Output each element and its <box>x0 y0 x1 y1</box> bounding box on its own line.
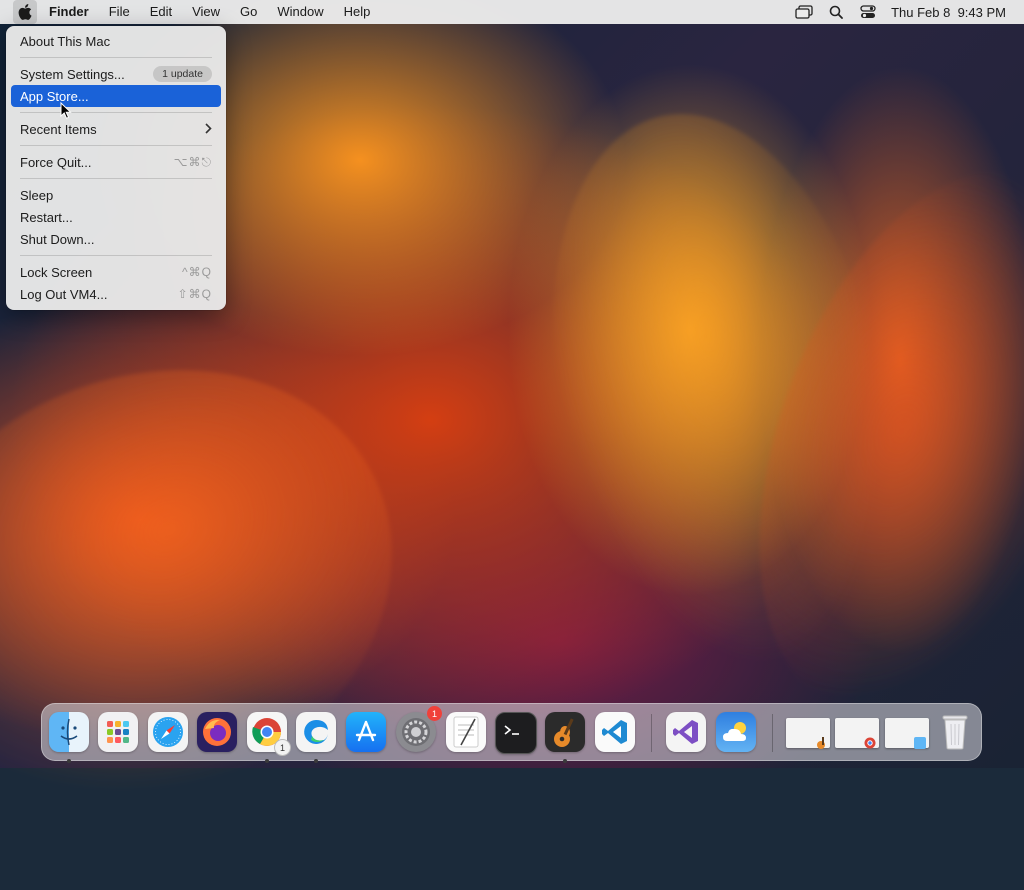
safari-app-icon[interactable] <box>148 712 188 752</box>
garageband-app-icon[interactable] <box>545 712 585 752</box>
dock: 1 1 <box>41 703 982 763</box>
edge-app-icon[interactable] <box>296 712 336 752</box>
recent-document-thumbnail[interactable] <box>835 718 879 749</box>
running-indicator <box>67 759 71 763</box>
menu-item-label: Log Out VM4... <box>20 286 108 302</box>
visual-studio-app-icon[interactable] <box>666 712 706 752</box>
menu-item-label: About This Mac <box>20 33 111 49</box>
menu-separator <box>20 112 212 113</box>
menu-edit[interactable]: Edit <box>140 0 182 24</box>
menu-file[interactable]: File <box>99 0 140 24</box>
menu-item-label: Sleep <box>20 187 54 203</box>
screen-mirroring-icon[interactable] <box>795 4 813 20</box>
menu-item-label: Shut Down... <box>20 231 95 247</box>
spotlight-search-icon[interactable] <box>827 4 845 20</box>
running-indicator <box>314 759 318 763</box>
textedit-app-icon[interactable] <box>446 712 486 752</box>
menu-view[interactable]: View <box>182 0 230 24</box>
weather-app-icon[interactable] <box>716 712 756 752</box>
dock-divider <box>651 714 652 752</box>
menu-item-app-store[interactable]: App Store... <box>11 85 221 107</box>
menu-item-label: Force Quit... <box>20 154 92 170</box>
update-badge: 1 update <box>153 66 212 82</box>
menu-item-recent-items[interactable]: Recent Items <box>11 118 221 140</box>
menu-item-label: Restart... <box>20 209 73 225</box>
chrome-badge: 1 <box>274 739 291 756</box>
terminal-app-icon[interactable] <box>495 712 537 754</box>
apple-menu-dropdown: About This Mac System Settings... 1 upda… <box>6 26 226 310</box>
menu-item-log-out[interactable]: Log Out VM4... ⇧⌘Q <box>11 283 221 305</box>
menu-bar-clock[interactable]: Thu Feb 8 9:43 PM <box>891 5 1006 20</box>
menu-item-about-this-mac[interactable]: About This Mac <box>11 30 221 52</box>
recent-document-thumbnail[interactable] <box>885 718 929 749</box>
menu-help[interactable]: Help <box>334 0 381 24</box>
finder-app-icon[interactable] <box>49 712 89 752</box>
menu-separator <box>20 178 212 179</box>
app-store-app-icon[interactable] <box>346 712 386 752</box>
menu-bar: Finder File Edit View Go Window Help Thu… <box>0 0 1024 24</box>
menu-separator <box>20 255 212 256</box>
menu-finder[interactable]: Finder <box>45 0 99 24</box>
menu-separator <box>20 57 212 58</box>
chevron-right-icon <box>205 122 212 137</box>
system-settings-app-icon[interactable]: 1 <box>396 706 442 752</box>
firefox-app-icon[interactable] <box>197 712 237 752</box>
control-center-icon[interactable] <box>859 4 877 20</box>
menu-item-label: System Settings... <box>20 66 125 82</box>
chrome-mini-icon <box>864 737 876 749</box>
launchpad-app-icon[interactable] <box>98 712 138 752</box>
system-settings-badge: 1 <box>427 706 442 721</box>
menu-window[interactable]: Window <box>267 0 333 24</box>
menu-item-system-settings[interactable]: System Settings... 1 update <box>11 63 221 85</box>
menu-separator <box>20 145 212 146</box>
menu-item-restart[interactable]: Restart... <box>11 206 221 228</box>
trash-icon[interactable] <box>935 712 975 752</box>
chrome-app-icon[interactable]: 1 <box>247 712 291 756</box>
menu-item-shut-down[interactable]: Shut Down... <box>11 228 221 250</box>
dock-divider <box>772 714 773 752</box>
finder-mini-icon <box>914 737 926 749</box>
apple-logo-icon <box>18 4 32 20</box>
menu-item-force-quit[interactable]: Force Quit... ⌥⌘⎋ <box>11 151 221 173</box>
keyboard-shortcut: ⌥⌘⎋ <box>173 154 212 169</box>
menu-item-label: Lock Screen <box>20 264 93 280</box>
mouse-pointer-icon <box>60 102 72 119</box>
menu-go[interactable]: Go <box>230 0 267 24</box>
keyboard-shortcut: ⇧⌘Q <box>177 287 212 301</box>
recent-document-thumbnail[interactable] <box>786 718 830 749</box>
vscode-app-icon[interactable] <box>595 712 635 752</box>
menu-item-label: App Store... <box>20 88 89 104</box>
apple-menu-button[interactable] <box>13 0 37 24</box>
menu-item-sleep[interactable]: Sleep <box>11 184 221 206</box>
menu-item-label: Recent Items <box>20 121 97 137</box>
keyboard-shortcut: ^⌘Q <box>182 265 212 279</box>
running-indicator <box>563 759 567 763</box>
running-indicator <box>265 759 269 763</box>
garageband-mini-icon <box>817 737 825 749</box>
menu-item-lock-screen[interactable]: Lock Screen ^⌘Q <box>11 261 221 283</box>
